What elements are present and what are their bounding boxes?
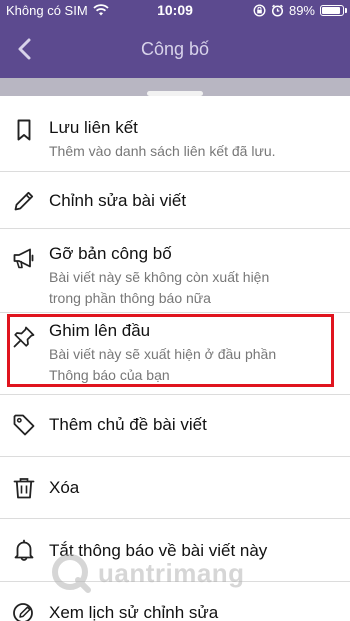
menu-item-subtitle: Thêm vào danh sách liên kết đã lưu. — [49, 143, 276, 159]
menu-item-unpublish[interactable]: Gỡ bản công bố Bài viết này sẽ không còn… — [0, 229, 350, 313]
menu-item-text: Ghim lên đầu Bài viết này sẽ xuất hiện ở… — [49, 320, 336, 386]
menu-item-title: Thêm chủ đề bài viết — [49, 415, 207, 434]
menu-item-save-link[interactable]: Lưu liên kết Thêm vào danh sách liên kết… — [0, 102, 350, 172]
alarm-icon — [271, 4, 284, 17]
nav-bar: Công bố — [0, 20, 350, 78]
menu-item-subtitle-line: Bài viết này sẽ không còn xuất hiện — [49, 269, 270, 285]
trash-icon — [13, 478, 35, 499]
bookmark-icon — [17, 119, 31, 141]
menu-item-subtitle: Bài viết này sẽ xuất hiện ở đầu phần Thô… — [49, 344, 336, 386]
menu-item-text: Thêm chủ đề bài viết — [49, 414, 336, 436]
menu-item-text: Xóa — [49, 477, 336, 499]
edit-history-icon — [13, 603, 33, 621]
menu-item-delete[interactable]: Xóa — [0, 457, 350, 519]
status-left: Không có SIM — [6, 3, 109, 18]
battery-icon — [320, 4, 347, 16]
tag-icon — [13, 414, 35, 436]
pin-icon — [13, 326, 35, 348]
back-chevron-icon[interactable] — [12, 36, 38, 62]
menu-item-pin-to-top[interactable]: Ghim lên đầu Bài viết này sẽ xuất hiện ở… — [0, 313, 350, 395]
menu-item-title: Gỡ bản công bố — [49, 244, 172, 263]
megaphone-icon — [13, 248, 34, 269]
pencil-icon — [14, 191, 34, 211]
carrier-label: Không có SIM — [6, 2, 88, 18]
menu-item-text: Lưu liên kết Thêm vào danh sách liên kết… — [49, 117, 336, 162]
sheet-handle[interactable] — [147, 91, 203, 96]
menu-item-subtitle-line: Thông báo của bạn — [49, 367, 170, 383]
watermark-logo-icon — [52, 554, 91, 593]
status-bar: Không có SIM 10:09 89% — [0, 0, 350, 20]
menu-item-subtitle: Bài viết này sẽ không còn xuất hiện tron… — [49, 267, 336, 309]
menu-item-title: Xem lịch sử chỉnh sửa — [49, 603, 219, 621]
menu-item-text: Xem lịch sử chỉnh sửa — [49, 602, 336, 621]
bell-icon — [14, 539, 34, 561]
battery-level — [322, 6, 340, 14]
orientation-lock-icon — [253, 3, 266, 17]
menu-item-title: Xóa — [49, 478, 80, 497]
status-right: 89% — [253, 2, 347, 18]
page-title: Công bố — [140, 38, 210, 59]
menu-item-edit-post[interactable]: Chỉnh sửa bài viết — [0, 172, 350, 229]
menu-item-title: Chỉnh sửa bài viết — [49, 191, 187, 210]
menu-item-title: Lưu liên kết — [49, 118, 138, 137]
menu-item-text: Gỡ bản công bố Bài viết này sẽ không còn… — [49, 243, 336, 309]
menu-item-subtitle-line: Bài viết này sẽ xuất hiện ở đầu phần — [49, 346, 277, 362]
menu-item-subtitle-line: trong phần thông báo nữa — [49, 290, 211, 306]
menu-item-add-topic[interactable]: Thêm chủ đề bài viết — [0, 395, 350, 457]
menu-item-text: Chỉnh sửa bài viết — [49, 190, 336, 212]
wifi-icon — [93, 4, 109, 16]
watermark: uantrimang — [50, 550, 245, 596]
watermark-text: uantrimang — [98, 557, 245, 588]
menu-item-title: Ghim lên đầu — [49, 321, 151, 340]
battery-percent: 89% — [288, 2, 315, 18]
